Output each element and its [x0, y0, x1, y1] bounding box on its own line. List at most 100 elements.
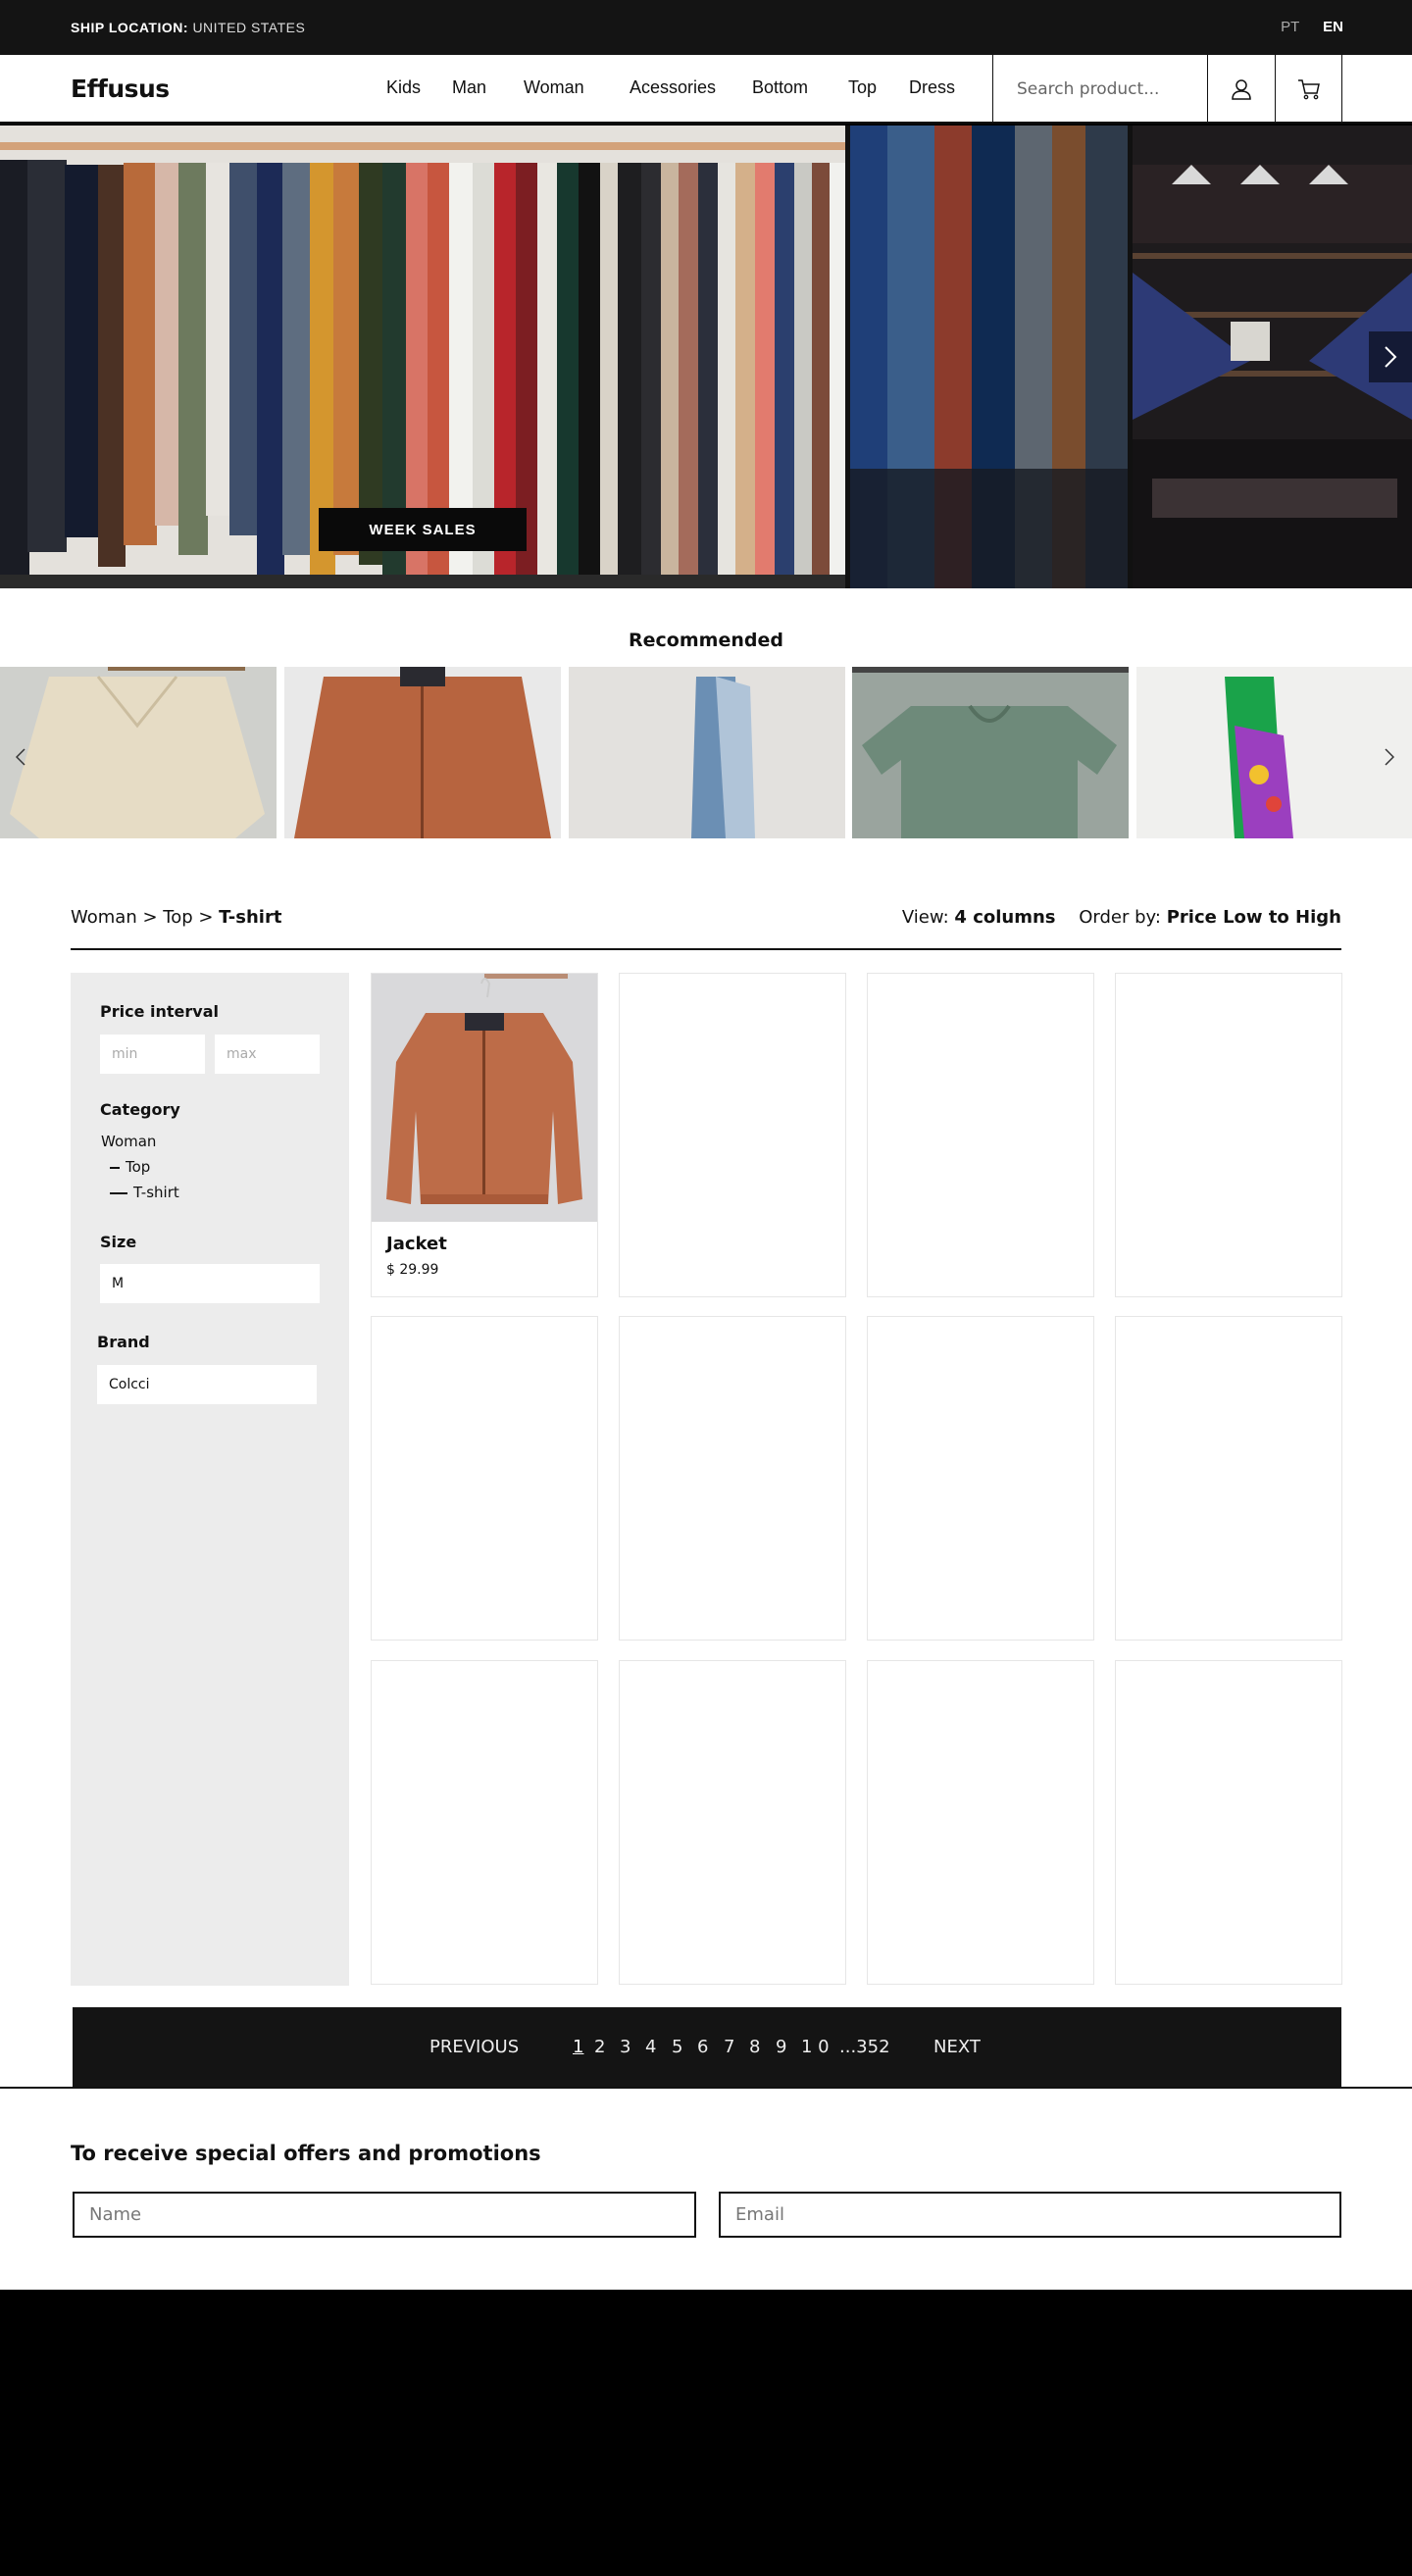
nav-top[interactable]: Top	[848, 77, 877, 98]
lang-pt[interactable]: PT	[1281, 19, 1299, 35]
product-card-empty[interactable]	[867, 1660, 1094, 1985]
language-switcher: PT EN	[1261, 19, 1343, 35]
product-card-empty[interactable]	[1115, 973, 1342, 1297]
product-card-empty[interactable]	[371, 1660, 598, 1985]
hero-slide-main[interactable]: WEEK SALES	[0, 126, 845, 588]
newsletter-title: To receive special offers and promotions	[71, 2142, 541, 2165]
product-image[interactable]	[372, 974, 597, 1222]
top-bar: SHIP LOCATION: UNITED STATES PT EN	[0, 0, 1412, 55]
page-6[interactable]: 6	[697, 2037, 708, 2057]
page-9[interactable]: 9	[776, 2037, 786, 2057]
recommended-item[interactable]	[1136, 667, 1412, 838]
breadcrumb-woman[interactable]: Woman	[71, 907, 137, 928]
product-card-empty[interactable]	[1115, 1660, 1342, 1985]
recommended-next-button[interactable]	[1378, 745, 1401, 769]
cart-button[interactable]	[1275, 55, 1342, 124]
recommended-section: Recommended	[0, 588, 1412, 838]
view-options: View: 4 columns Order by: Price Low to H…	[902, 907, 1341, 928]
breadcrumb-current: T-shirt	[219, 907, 282, 928]
product-card-empty[interactable]	[619, 1316, 846, 1641]
newsletter-section: To receive special offers and promotions	[0, 2087, 1412, 2290]
price-min-input[interactable]	[100, 1035, 205, 1074]
nav-man[interactable]: Man	[452, 77, 486, 98]
recommended-item[interactable]	[284, 667, 561, 838]
ship-location[interactable]: SHIP LOCATION: UNITED STATES	[71, 20, 305, 35]
page-7[interactable]: 7	[724, 2037, 734, 2057]
indent-dash	[110, 1166, 120, 1169]
nav-bottom[interactable]: Bottom	[752, 77, 808, 98]
catalog-section: Woman > Top > T-shirt View: 4 columns Or…	[0, 838, 1412, 2089]
page-8[interactable]: 8	[749, 2037, 760, 2057]
size-field[interactable]	[100, 1264, 320, 1303]
page-1[interactable]: 1	[573, 2037, 583, 2057]
product-name[interactable]: Jacket	[386, 1234, 447, 1254]
nav-woman[interactable]: Woman	[524, 77, 584, 98]
newsletter-name-input[interactable]	[73, 2192, 696, 2238]
hero-next-button[interactable]	[1369, 331, 1412, 382]
category-tshirt[interactable]: T-shirt	[110, 1184, 179, 1201]
jacket-image	[372, 974, 597, 1222]
category-tshirt-label: T-shirt	[133, 1184, 179, 1201]
search-input[interactable]	[993, 55, 1208, 124]
print-shirt-image	[1136, 667, 1412, 838]
view-select[interactable]: 4 columns	[954, 907, 1055, 928]
page-3[interactable]: 3	[620, 2037, 630, 2057]
lang-en[interactable]: EN	[1323, 19, 1343, 35]
recommended-item[interactable]	[852, 667, 1129, 838]
order-select[interactable]: Price Low to High	[1167, 907, 1341, 928]
recommended-item[interactable]	[569, 667, 845, 838]
hero-carousel: WEEK SALES	[0, 126, 1412, 588]
product-card-empty[interactable]	[867, 1316, 1094, 1641]
breadcrumb: Woman > Top > T-shirt	[71, 907, 281, 928]
main-header: Effusus Kids Man Woman Acessories Bottom…	[0, 55, 1412, 124]
orange-jacket-image	[284, 667, 561, 838]
view-label: View:	[901, 907, 949, 928]
account-button[interactable]	[1207, 55, 1275, 124]
category-title: Category	[100, 1100, 180, 1119]
page-5[interactable]: 5	[672, 2037, 682, 2057]
price-max-input[interactable]	[215, 1035, 320, 1074]
filters-panel: Price interval Category Woman Top T-shir…	[71, 973, 349, 1986]
category-top-label: Top	[126, 1158, 151, 1176]
nav-acessories[interactable]: Acessories	[630, 77, 716, 98]
previous-page-button[interactable]: PREVIOUS	[429, 2037, 519, 2057]
product-card[interactable]: Jacket $ 29.99	[371, 973, 598, 1297]
brand-title: Brand	[97, 1333, 150, 1351]
product-card-empty[interactable]	[619, 973, 846, 1297]
chevron-left-icon	[16, 748, 25, 766]
breadcrumb-top[interactable]: Top	[163, 907, 192, 928]
product-card-empty[interactable]	[371, 1316, 598, 1641]
category-top[interactable]: Top	[110, 1158, 150, 1176]
category-woman[interactable]: Woman	[101, 1133, 156, 1150]
page-2[interactable]: 2	[594, 2037, 605, 2057]
product-card-empty[interactable]	[1115, 1316, 1342, 1641]
green-tshirts-image	[852, 667, 1129, 838]
footer	[0, 2290, 1412, 2576]
next-page-button[interactable]: NEXT	[933, 2037, 981, 2057]
divider	[71, 948, 1341, 950]
ship-location-label: SHIP LOCATION:	[71, 20, 189, 35]
newsletter-email-input[interactable]	[719, 2192, 1341, 2238]
page-10[interactable]: 1 0	[801, 2037, 830, 2057]
chevron-right-icon	[1385, 346, 1397, 368]
recommended-item[interactable]	[0, 667, 277, 838]
recommended-title: Recommended	[629, 630, 783, 651]
nav-kids[interactable]: Kids	[386, 77, 421, 98]
recommended-prev-button[interactable]	[9, 745, 32, 769]
product-card-empty[interactable]	[867, 973, 1094, 1297]
logo[interactable]: Effusus	[71, 75, 170, 103]
denim-jacket-image	[569, 667, 845, 838]
hero-slide-2[interactable]	[850, 126, 1128, 588]
page-4[interactable]: 4	[645, 2037, 656, 2057]
breadcrumb-separator: >	[192, 907, 220, 928]
product-card-empty[interactable]	[619, 1660, 846, 1985]
size-title: Size	[100, 1233, 137, 1251]
user-icon	[1232, 79, 1251, 100]
pagination: PREVIOUS 1 2 3 4 5 6 7 8 9 1 0 ...352 NE…	[73, 2007, 1341, 2089]
week-sales-button[interactable]: WEEK SALES	[319, 508, 527, 551]
cart-icon	[1297, 79, 1320, 100]
page-last[interactable]: ...352	[839, 2037, 890, 2057]
knit-sweater-image	[0, 667, 277, 838]
nav-dress[interactable]: Dress	[909, 77, 955, 98]
brand-field[interactable]	[97, 1365, 317, 1404]
